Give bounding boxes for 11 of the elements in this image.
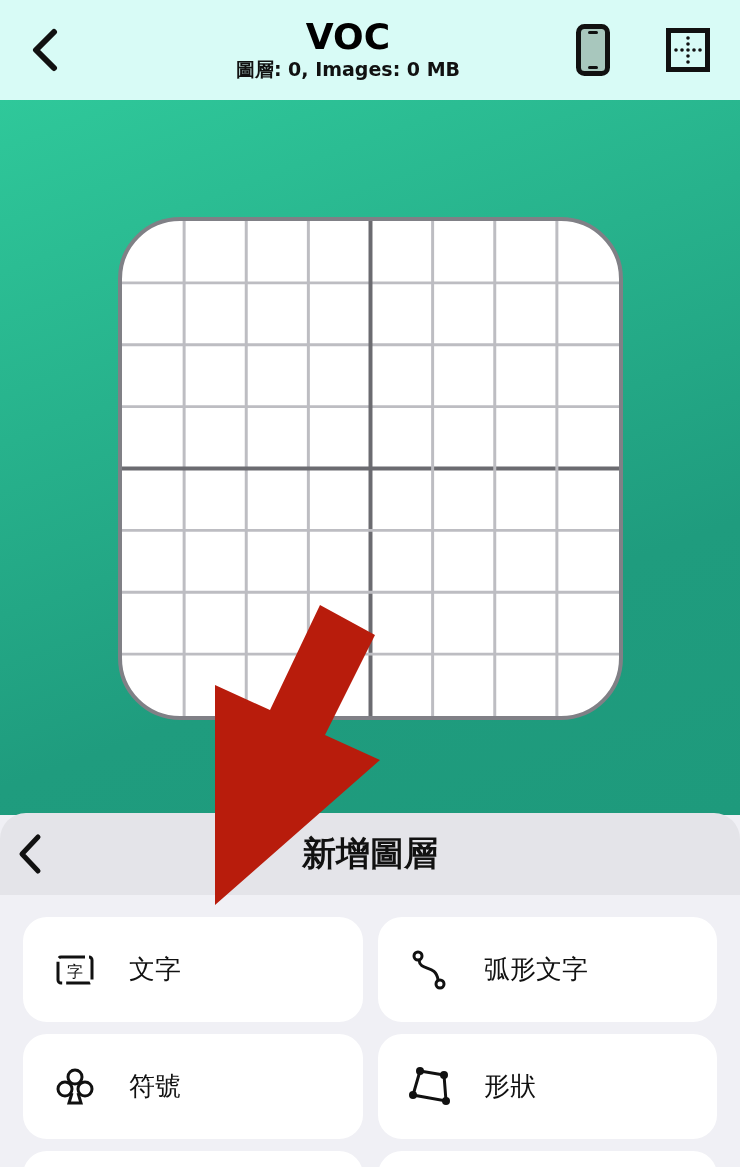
add-layer-option[interactable]: 形狀 (377, 1034, 717, 1139)
phone-icon[interactable] (576, 24, 610, 76)
grid-canvas[interactable] (117, 217, 623, 720)
sheet-title: 新增圖層 (302, 833, 438, 873)
grid-guides-icon[interactable] (666, 28, 710, 72)
layer-info: 圖層: 0, Images: 0 MB (235, 57, 461, 82)
back-icon[interactable] (30, 28, 60, 72)
add-layer-option[interactable]: 符號 (23, 1034, 363, 1139)
window-title: VOC (305, 17, 391, 57)
add-layer-option[interactable]: 弧形文字 (377, 917, 717, 1022)
add-layer-option[interactable]: 字 文字 (23, 917, 363, 1022)
